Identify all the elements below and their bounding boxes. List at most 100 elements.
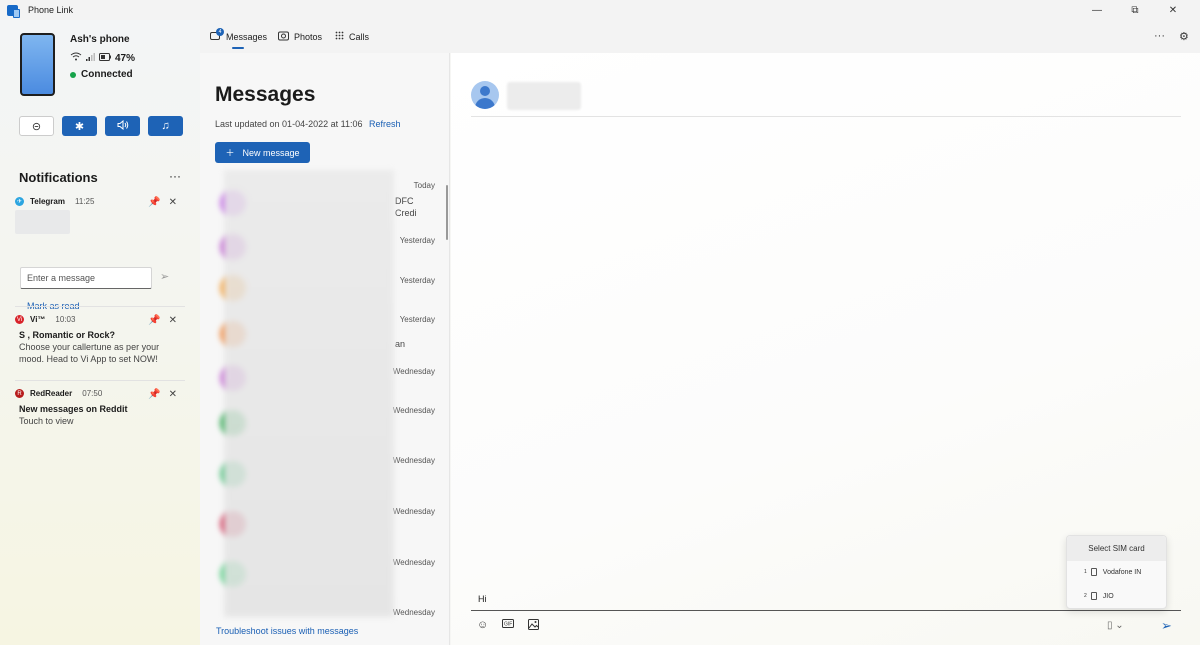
send-reply-icon[interactable]: ➢ xyxy=(160,270,169,283)
new-message-button[interactable]: ＋ New message xyxy=(215,142,310,163)
connection-status-label: Connected xyxy=(81,69,133,80)
notification-actions: 📌 ✕ xyxy=(148,315,177,326)
left-panel: Ash's phone 47% Connected ⊝ ✱ ♫ Notifica… xyxy=(0,20,200,645)
tab-photos[interactable]: Photos xyxy=(278,31,322,43)
tab-label: Messages xyxy=(226,32,268,42)
conversation-preview: DFC xyxy=(395,196,414,206)
refresh-link[interactable]: Refresh xyxy=(369,119,401,129)
sim-menu-header: Select SIM card xyxy=(1067,536,1166,561)
telegram-icon: ✈ xyxy=(15,197,24,206)
notification-preview-redacted xyxy=(15,210,70,234)
volume-icon xyxy=(117,119,129,133)
notification-card-redreader[interactable]: R RedReader 07:50 📌 ✕ New messages on Re… xyxy=(15,389,185,427)
sim-slot-number: 2 xyxy=(1084,593,1087,599)
notification-body: Touch to view xyxy=(19,416,74,426)
tab-calls[interactable]: Calls xyxy=(335,31,369,43)
phone-name: Ash's phone xyxy=(70,34,130,45)
close-window-button[interactable]: ✕ xyxy=(1154,0,1192,20)
quick-actions: ⊝ ✱ ♫ xyxy=(19,116,183,136)
redreader-icon: R xyxy=(15,389,24,398)
photos-icon xyxy=(278,31,289,43)
volume-button[interactable] xyxy=(105,116,140,136)
notification-app-name: Vi™ xyxy=(30,315,46,324)
messages-badge: 4 xyxy=(216,28,224,36)
notification-actions: 📌 ✕ xyxy=(148,389,177,400)
music-icon: ♫ xyxy=(161,120,170,132)
tab-label: Calls xyxy=(349,32,370,42)
conversation-time: Wednesday xyxy=(392,608,435,617)
notification-time: 11:25 xyxy=(74,197,95,206)
sim-option-vodafone[interactable]: 1 Vodafone IN xyxy=(1084,568,1141,576)
svg-text:GIF: GIF xyxy=(504,622,512,628)
sim-card-icon: ▯ xyxy=(1107,620,1113,631)
active-tab-indicator xyxy=(232,47,244,49)
settings-gear-icon[interactable]: ⚙ xyxy=(1179,30,1189,43)
conversation-time: Yesterday xyxy=(399,236,435,245)
dismiss-icon[interactable]: ✕ xyxy=(169,197,177,208)
send-message-icon[interactable]: ➢ xyxy=(1161,618,1172,634)
battery-icon xyxy=(99,52,111,64)
plus-icon: ＋ xyxy=(225,148,235,158)
notification-title: S , Romantic or Rock? xyxy=(19,330,116,340)
redacted-contact-names xyxy=(224,170,394,617)
notification-app-name: RedReader xyxy=(30,389,73,398)
pin-icon[interactable]: 📌 xyxy=(148,389,160,400)
sim-option-label: JIO xyxy=(1102,592,1114,600)
notifications-heading: Notifications xyxy=(19,170,98,185)
conversation-preview: Credi xyxy=(395,208,417,218)
notification-reply-input[interactable]: Enter a message xyxy=(20,267,152,289)
emoji-icon[interactable]: ☺ xyxy=(477,619,488,633)
minimize-button[interactable]: — xyxy=(1078,0,1116,20)
notification-actions: 📌 ✕ xyxy=(148,197,177,208)
app-title: Phone Link xyxy=(28,5,74,15)
conversation-time: Today xyxy=(413,181,435,190)
messages-list-panel: Messages Last updated on 01-04-2022 at 1… xyxy=(200,53,450,645)
dismiss-icon[interactable]: ✕ xyxy=(169,389,177,400)
new-message-label: New message xyxy=(242,147,300,158)
page-title: Messages xyxy=(215,83,316,106)
pin-icon[interactable]: 📌 xyxy=(148,197,160,208)
top-tabs: Messages Photos Calls xyxy=(200,20,1200,53)
sim-selector-button[interactable]: ▯ ⌄ xyxy=(1107,620,1124,631)
dismiss-icon[interactable]: ✕ xyxy=(169,315,177,326)
sim-card-menu: Select SIM card 1 Vodafone IN 2 JIO xyxy=(1066,535,1167,609)
sim-option-label: Vodafone IN xyxy=(1102,568,1142,576)
music-button[interactable]: ♫ xyxy=(148,116,183,136)
notification-card-vi[interactable]: Vi Vi™ 10:03 📌 ✕ S , Romantic or Rock? C… xyxy=(15,315,185,365)
phone-image xyxy=(20,33,55,96)
conversation-time: Wednesday xyxy=(392,558,435,567)
conversation-time: Wednesday xyxy=(392,406,435,415)
sim-option-jio[interactable]: 2 JIO xyxy=(1084,592,1114,600)
phone-stats: 47% xyxy=(70,52,135,64)
troubleshoot-link[interactable]: Troubleshoot issues with messages xyxy=(216,626,358,636)
divider xyxy=(15,380,185,381)
conversation-preview: an xyxy=(395,339,406,349)
signal-icon xyxy=(86,52,95,64)
pin-icon[interactable]: 📌 xyxy=(148,315,160,326)
gif-icon[interactable]: GIF xyxy=(502,619,515,633)
conversation-time: Wednesday xyxy=(392,456,435,465)
more-options-button[interactable]: ··· xyxy=(1154,30,1165,42)
do-not-disturb-icon: ⊝ xyxy=(31,120,42,133)
bluetooth-button[interactable]: ✱ xyxy=(62,116,97,136)
contact-avatar-icon xyxy=(471,81,499,109)
notifications-more-button[interactable]: ··· xyxy=(169,169,181,183)
do-not-disturb-button[interactable]: ⊝ xyxy=(19,116,54,136)
messages-scrollbar[interactable] xyxy=(446,185,448,240)
connected-dot-icon xyxy=(70,71,76,78)
wifi-icon xyxy=(70,52,82,64)
divider xyxy=(15,306,185,307)
bluetooth-icon: ✱ xyxy=(74,120,85,133)
sim-card-icon xyxy=(1090,568,1097,576)
divider xyxy=(471,116,1181,117)
tab-label: Photos xyxy=(294,32,323,42)
notification-body: Choose your callertune as per your mood.… xyxy=(19,342,160,364)
last-updated-text: Last updated on 01-04-2022 at 11:06 xyxy=(215,119,363,129)
conversation-time: Wednesday xyxy=(392,367,435,376)
title-bar: Phone Link — ⧉ ✕ xyxy=(0,0,1200,20)
conversation-time: Wednesday xyxy=(392,507,435,516)
sim-slot-number: 1 xyxy=(1084,569,1087,575)
notification-card-telegram[interactable]: ✈ Telegram 11:25 📌 ✕ xyxy=(15,197,185,234)
image-attach-icon[interactable] xyxy=(528,619,540,633)
restore-button[interactable]: ⧉ xyxy=(1116,0,1154,20)
